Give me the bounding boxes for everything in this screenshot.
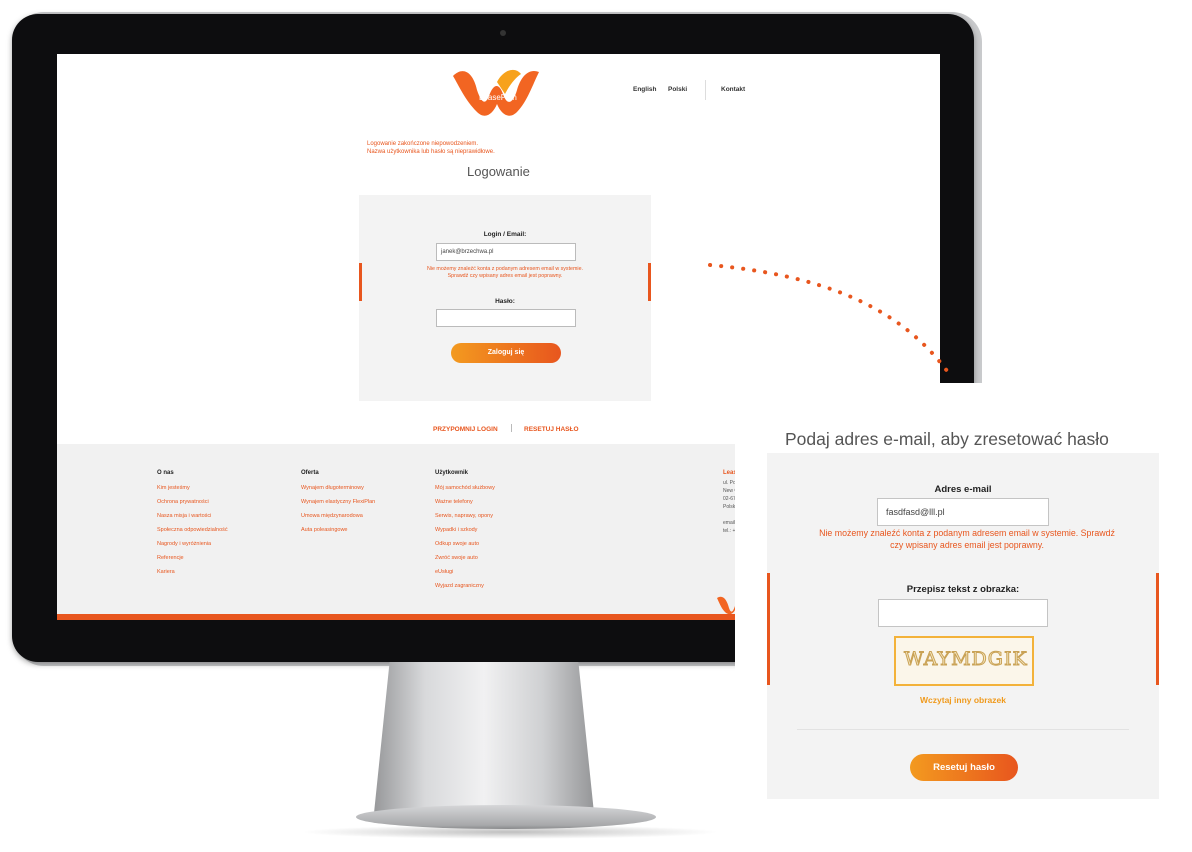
password-label: Hasło: bbox=[495, 298, 515, 305]
login-error-line: Nazwa użytkownika lub hasło są nieprawid… bbox=[367, 149, 495, 155]
password-input[interactable] bbox=[436, 309, 576, 327]
monitor-stand bbox=[373, 662, 595, 822]
captcha-label: Przepisz tekst z obrazka: bbox=[906, 584, 1020, 595]
footer-link[interactable]: Ważne telefony bbox=[435, 495, 495, 509]
footer-column-about: O nas Kim jesteśmy Ochrona prywatności N… bbox=[157, 470, 228, 579]
footer-link[interactable]: Umowa międzynarodowa bbox=[301, 509, 375, 523]
login-email-input[interactable]: janek@brzechwa.pl bbox=[436, 243, 576, 261]
footer-column-user: Użytkownik Mój samochód służbowy Ważne t… bbox=[435, 470, 495, 593]
nav-kontakt[interactable]: Kontakt bbox=[721, 86, 745, 93]
login-button[interactable]: Zaloguj się bbox=[451, 343, 561, 363]
form-divider bbox=[797, 729, 1129, 730]
accent-bar-left bbox=[359, 263, 362, 301]
footer-link[interactable]: Wypadki i szkody bbox=[435, 523, 495, 537]
login-error-message: Logowanie zakończone niepowodzeniem. Naz… bbox=[367, 140, 495, 156]
camera-dot bbox=[500, 30, 506, 36]
nav-polski[interactable]: Polski bbox=[668, 86, 687, 93]
reset-error-line: czy wpisany adres email jest poprawny. bbox=[890, 540, 1044, 550]
footer-link[interactable]: Kariera bbox=[157, 565, 228, 579]
leaseplan-logo[interactable]: LeasePlan bbox=[449, 62, 541, 118]
reload-captcha-link[interactable]: Wczytaj inny obrazek bbox=[767, 695, 1159, 705]
email-label: Adres e-mail bbox=[934, 484, 992, 495]
footer-link[interactable]: Referencje bbox=[157, 551, 228, 565]
reset-title: Podaj adres e-mail, aby zresetować hasło bbox=[785, 429, 1109, 449]
footer-link[interactable]: Nasza misja i wartości bbox=[157, 509, 228, 523]
links-separator: | bbox=[510, 423, 513, 432]
page-title: Logowanie bbox=[467, 164, 530, 179]
footer-heading: O nas bbox=[157, 470, 174, 476]
accent-bar-right bbox=[648, 263, 651, 301]
nav-english[interactable]: English bbox=[633, 86, 656, 93]
footer-link[interactable]: Wyjazd zagraniczny bbox=[435, 579, 495, 593]
footer-link[interactable]: Odkup swoje auto bbox=[435, 537, 495, 551]
email-error-line: Sprawdź czy wpisany adres email jest pop… bbox=[447, 273, 563, 279]
reset-email-input[interactable]: fasdfasd@lll.pl bbox=[877, 498, 1049, 526]
email-error-line: Nie możemy znaleźć konta z podanym adres… bbox=[426, 266, 584, 272]
footer-link[interactable]: Serwis, naprawy, opony bbox=[435, 509, 495, 523]
footer-heading: Oferta bbox=[301, 470, 319, 476]
captcha-image: WAYMDGIK bbox=[894, 636, 1034, 686]
footer-heading: Użytkownik bbox=[435, 470, 469, 476]
login-label: Login / Email: bbox=[483, 231, 527, 238]
footer-link[interactable]: Mój samochód służbowy bbox=[435, 481, 495, 495]
footer-link[interactable]: Zwróć swoje auto bbox=[435, 551, 495, 565]
nav-divider bbox=[705, 80, 706, 100]
captcha-image-text: WAYMDGIK bbox=[904, 648, 1028, 671]
footer-link[interactable]: Społeczna odpowiedzialność bbox=[157, 523, 228, 537]
footer-column-offer: Oferta Wynajem długoterminowy Wynajem el… bbox=[301, 470, 375, 537]
reset-error-line: Nie możemy znaleźć konta z podanym adres… bbox=[819, 528, 1115, 538]
captcha-input[interactable] bbox=[878, 599, 1048, 627]
email-error-message: Nie możemy znaleźć konta z podanym adres… bbox=[389, 266, 621, 280]
footer-link[interactable]: eUsługi bbox=[435, 565, 495, 579]
stand-shadow bbox=[300, 825, 720, 839]
login-form: Login / Email: janek@brzechwa.pl Nie moż… bbox=[359, 195, 651, 401]
logo-text: LeasePlan bbox=[479, 93, 517, 102]
reset-password-link[interactable]: RESETUJ HASŁO bbox=[524, 426, 579, 433]
reset-form: Adres e-mail fasdfasd@lll.pl Nie możemy … bbox=[767, 453, 1159, 799]
footer-link[interactable]: Wynajem elastyczny FlexiPlan bbox=[301, 495, 375, 509]
login-error-line: Logowanie zakończone niepowodzeniem. bbox=[367, 141, 479, 147]
footer-link[interactable]: Wynajem długoterminowy bbox=[301, 481, 375, 495]
reset-email-error: Nie możemy znaleźć konta z podanym adres… bbox=[787, 527, 1147, 551]
reset-password-button[interactable]: Resetuj hasło bbox=[910, 754, 1018, 781]
footer-link[interactable]: Auta poleasingowe bbox=[301, 523, 375, 537]
footer-link[interactable]: Kim jesteśmy bbox=[157, 481, 228, 495]
footer-link[interactable]: Ochrona prywatności bbox=[157, 495, 228, 509]
footer-link[interactable]: Nagrody i wyróżnienia bbox=[157, 537, 228, 551]
reset-password-zoom-panel: Podaj adres e-mail, aby zresetować hasło… bbox=[735, 383, 1192, 852]
remind-login-link[interactable]: PRZYPOMNIJ LOGIN bbox=[433, 426, 498, 433]
